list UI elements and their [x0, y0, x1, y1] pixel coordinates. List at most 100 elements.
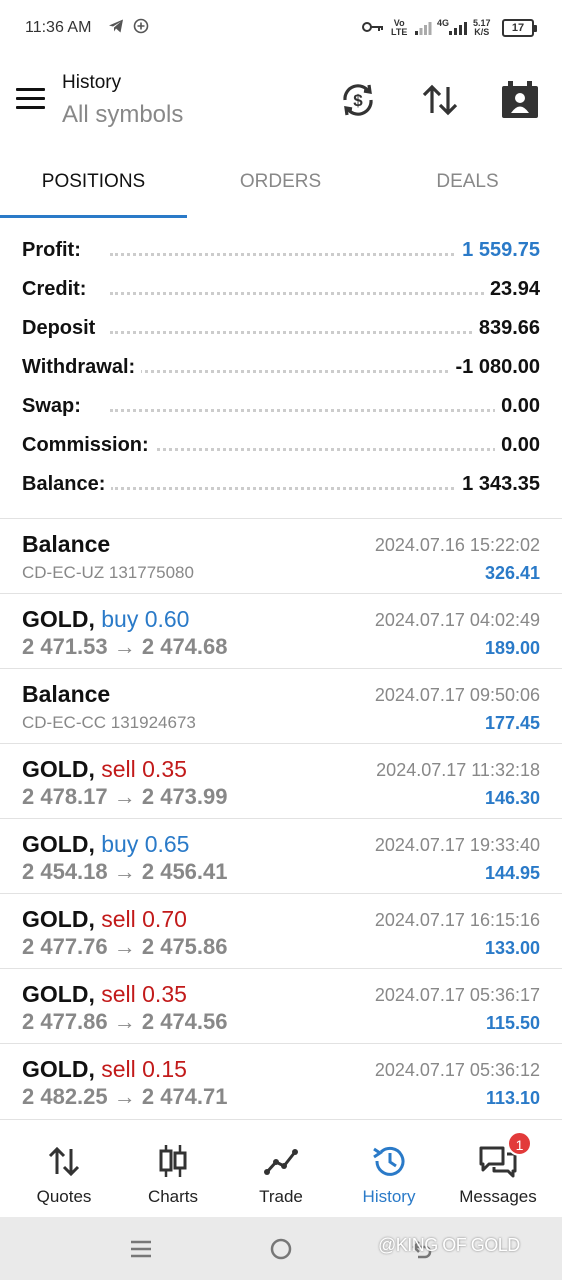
item-title: GOLD, sell 0.15: [22, 1056, 187, 1083]
nav-label: Charts: [147, 1187, 199, 1206]
status-bar: 11:36 AM Vo LTE 4G 5.17 K/S 17: [0, 0, 562, 58]
item-title: GOLD, buy 0.60: [22, 606, 189, 633]
messages-badge: 1: [507, 1131, 532, 1156]
signal-full-icon: [449, 22, 467, 35]
calendar-user-icon: [502, 81, 538, 118]
nav-messages[interactable]: 1 Messages: [442, 1120, 554, 1218]
nav-label: Messages: [459, 1187, 537, 1206]
telegram-icon: [109, 19, 123, 33]
item-profit: 146.30: [484, 788, 540, 808]
home-icon[interactable]: [269, 1237, 293, 1261]
item-symbol: GOLD,: [22, 831, 95, 857]
sort-button[interactable]: [420, 80, 460, 120]
list-item[interactable]: GOLD, sell 0.15 2 482.25 → 2 474.71 2024…: [0, 1043, 562, 1118]
item-profit: 115.50: [485, 1013, 540, 1033]
nav-quotes[interactable]: Quotes: [8, 1120, 120, 1218]
item-symbol: GOLD,: [22, 1056, 95, 1082]
item-symbol: GOLD,: [22, 606, 95, 632]
nav-trade[interactable]: Trade: [225, 1120, 337, 1218]
item-volume: sell 0.15: [101, 1056, 187, 1082]
item-prices: 2 482.25 → 2 474.71: [22, 1084, 228, 1109]
dotted-leader: [110, 292, 532, 295]
item-time: 2024.07.17 19:33:40: [374, 835, 540, 855]
item-time: 2024.07.17 05:36:17: [374, 985, 540, 1005]
list-item[interactable]: GOLD, sell 0.70 2 477.76 → 2 475.86 2024…: [0, 893, 562, 968]
summary-label: Profit:: [22, 239, 87, 262]
item-time: 2024.07.16 15:22:02: [374, 535, 540, 555]
page-title: History: [62, 72, 122, 93]
summary-row-commission: Commission: 0.00: [0, 427, 562, 466]
item-volume: sell 0.70: [101, 906, 187, 932]
menu-button[interactable]: [16, 88, 46, 112]
quotes-arrows-icon: [48, 1146, 80, 1177]
nav-label: Quotes: [36, 1187, 92, 1206]
trend-line-icon: [264, 1149, 298, 1175]
key-icon: [362, 22, 383, 32]
item-volume: buy 0.65: [101, 831, 190, 857]
summary-row-withdrawal: Withdrawal: -1 080.00: [0, 349, 562, 388]
sort-arrows-icon: [422, 84, 458, 116]
item-profit: 113.10: [485, 1088, 540, 1108]
item-comment: CD-EC-UZ 131775080: [22, 563, 194, 582]
item-title: GOLD, buy 0.65: [22, 831, 189, 858]
item-profit: 326.41: [484, 563, 540, 583]
item-profit: 189.00: [484, 638, 540, 658]
tab-orders[interactable]: ORDERS: [187, 171, 374, 193]
tab-positions[interactable]: POSITIONS: [0, 171, 187, 193]
item-prices: 2 454.18 → 2 456.41: [22, 859, 228, 884]
summary-label: Deposit: [22, 317, 102, 340]
hamburger-line: [16, 88, 45, 91]
item-title: GOLD, sell 0.35: [22, 756, 187, 783]
report-button[interactable]: [500, 80, 540, 120]
item-title: Balance: [22, 681, 111, 707]
symbol-filter[interactable]: All symbols: [62, 101, 183, 129]
item-volume: sell 0.35: [101, 756, 187, 782]
list-item[interactable]: GOLD, sell 0.35 2 478.17 → 2 473.99 2024…: [0, 743, 562, 818]
summary-value: 0.00: [495, 434, 540, 457]
summary-value: 1 559.75: [456, 239, 540, 262]
status-time: 11:36 AM: [25, 19, 92, 36]
summary-value: -1 080.00: [449, 356, 540, 379]
history-list: Balance CD-EC-UZ 131775080 2024.07.16 15…: [0, 518, 562, 1118]
item-time: 2024.07.17 11:32:18: [376, 760, 540, 780]
list-item[interactable]: Balance CD-EC-UZ 131775080 2024.07.16 15…: [0, 518, 562, 593]
summary-label: Withdrawal:: [22, 356, 142, 379]
list-item[interactable]: GOLD, sell 0.35 2 477.86 → 2 474.56 2024…: [0, 968, 562, 1043]
currency-sync-icon: $: [343, 84, 373, 116]
nav-charts[interactable]: Charts: [117, 1120, 229, 1218]
item-title: GOLD, sell 0.35: [22, 981, 187, 1008]
summary-label: Commission:: [22, 434, 155, 457]
summary-label: Credit:: [22, 278, 93, 301]
svg-text:$: $: [353, 91, 363, 110]
summary-label: Balance:: [22, 473, 112, 496]
hamburger-line: [16, 97, 45, 100]
summary-value: 23.94: [483, 278, 540, 301]
item-time: 2024.07.17 09:50:06: [374, 685, 540, 705]
list-item[interactable]: Balance CD-EC-CC 131924673 2024.07.17 09…: [0, 668, 562, 743]
network-speed: 5.17 K/S: [473, 19, 491, 37]
list-item[interactable]: GOLD, buy 0.60 2 471.53 → 2 474.68 2024.…: [0, 593, 562, 668]
item-volume: buy 0.60: [101, 606, 190, 632]
summary-value: 0.00: [495, 395, 540, 418]
tab-deals[interactable]: DEALS: [374, 171, 561, 193]
dotted-leader: [110, 331, 532, 334]
list-item[interactable]: GOLD, buy 0.65 2 454.18 → 2 456.41 2024.…: [0, 818, 562, 893]
item-symbol: GOLD,: [22, 906, 95, 932]
bottom-navigation: Quotes Charts Trade History 1 Messages: [0, 1119, 562, 1217]
item-prices: 2 478.17 → 2 473.99: [22, 784, 228, 809]
item-prices: 2 471.53 → 2 474.68: [22, 634, 228, 659]
volte-bottom: LTE: [391, 27, 408, 37]
system-navigation-bar: @KING OF GOLD: [0, 1217, 562, 1280]
add-circle-icon: [133, 18, 149, 34]
active-tab-indicator: [0, 215, 187, 218]
dotted-leader: [110, 448, 532, 451]
nav-history[interactable]: History: [333, 1120, 445, 1218]
signal-icon: [415, 22, 432, 35]
recent-apps-icon[interactable]: [129, 1237, 153, 1261]
item-profit: 133.00: [484, 938, 540, 958]
period-button[interactable]: $: [338, 80, 378, 120]
summary-row-deposit: Deposit 839.66: [0, 310, 562, 349]
item-symbol: GOLD,: [22, 756, 95, 782]
summary-row-profit: Profit: 1 559.75: [0, 232, 562, 271]
item-title: GOLD, sell 0.70: [22, 906, 187, 933]
